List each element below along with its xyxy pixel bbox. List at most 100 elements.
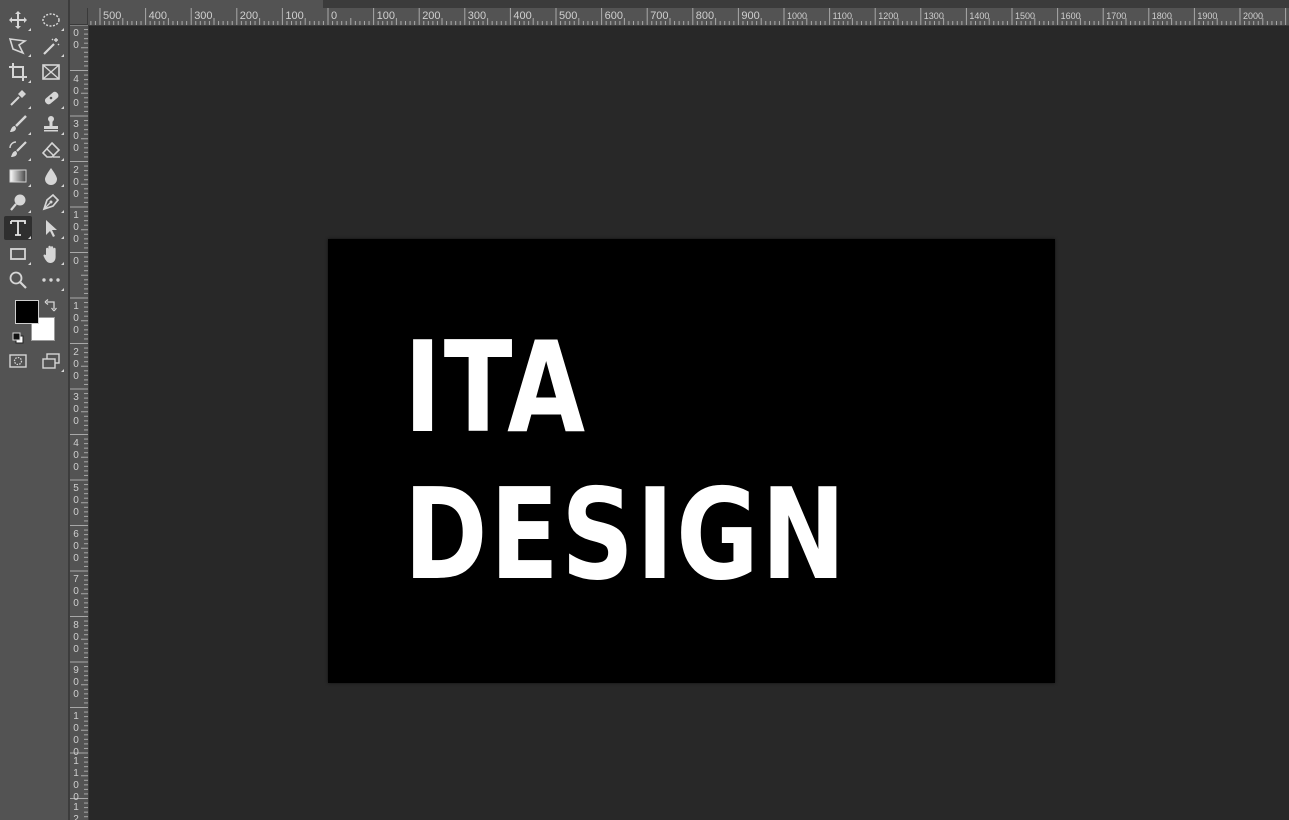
crop-icon <box>9 63 27 81</box>
hand-tool[interactable] <box>37 242 65 266</box>
horizontal-ruler-label: 1500 <box>1015 11 1036 21</box>
horizontal-ruler-label: 100 <box>285 10 304 22</box>
move-icon <box>9 11 27 29</box>
healing-brush-tool[interactable] <box>37 86 65 110</box>
vertical-ruler-label: 200 <box>73 346 79 382</box>
ellipse-marquee-icon <box>42 13 60 27</box>
move-tool[interactable] <box>4 8 32 32</box>
screen-mode[interactable] <box>37 349 65 373</box>
polygonal-lasso-tool[interactable] <box>4 34 32 58</box>
hand-icon <box>43 245 56 263</box>
horizontal-ruler-label: 1600 <box>1060 11 1081 21</box>
more-icon <box>42 278 60 282</box>
vertical-ruler-label: 1000 <box>73 710 79 758</box>
horizontal-ruler-label: 700 <box>650 10 669 22</box>
eyedropper-tool[interactable] <box>4 86 32 110</box>
vertical-ruler-label: 400 <box>73 437 79 473</box>
gradient-tool[interactable] <box>4 164 32 188</box>
stamp-icon <box>44 116 58 132</box>
horizontal-ruler-label: 1000 <box>787 11 808 21</box>
horizontal-ruler-label: 0 <box>331 10 338 22</box>
lasso-icon <box>8 38 28 55</box>
horizontal-ruler-label: 800 <box>695 10 715 22</box>
vertical-ruler-label: 700 <box>73 574 79 609</box>
type-tool[interactable] <box>4 216 32 240</box>
vertical-ruler-label: 300 <box>73 119 79 154</box>
arrow-cursor-icon <box>46 220 57 237</box>
quick-mask-icon <box>9 354 27 368</box>
bandage-icon <box>44 91 59 105</box>
horizontal-ruler-label: 600 <box>604 10 623 22</box>
vertical-ruler-label: 200 <box>73 164 79 200</box>
magic-wand-icon <box>43 38 60 55</box>
gradient-icon <box>9 169 27 183</box>
tools-panel <box>0 0 69 820</box>
blur-tool[interactable] <box>37 164 65 188</box>
zoom-tool[interactable] <box>4 268 32 292</box>
document-canvas[interactable]: ITA DESIGN <box>328 239 1055 683</box>
vertical-ruler-label: 100 <box>73 301 79 336</box>
horizontal-ruler-label: 500 <box>559 10 578 22</box>
horizontal-ruler-label: 2000 <box>1243 11 1264 21</box>
zoom-icon <box>9 271 27 289</box>
quick-mask-mode[interactable] <box>4 349 32 373</box>
vertical-ruler-label: 00 <box>73 28 79 51</box>
horizontal-ruler-label: 100 <box>376 10 395 22</box>
vertical-ruler-label: 100 <box>73 210 79 245</box>
horizontal-ruler-label: 1300 <box>923 11 944 21</box>
horizontal-ruler-label: 200 <box>239 10 259 22</box>
path-selection-tool[interactable] <box>37 216 65 240</box>
horizontal-ruler-label: 300 <box>467 10 487 22</box>
pen-tool[interactable] <box>37 190 65 214</box>
vertical-ruler-label: 600 <box>73 528 79 564</box>
dodge-icon <box>10 194 26 211</box>
horizontal-ruler[interactable]: 500 400 300 200 100 0 100 200 300 400 500 600 700 800… <box>70 8 1289 26</box>
horizontal-ruler-label: 500 <box>103 10 122 22</box>
vertical-ruler[interactable]: 00 400 300 200 100 0 100 200 300 400 500 600 700 800 9… <box>70 25 89 820</box>
eraser-icon <box>41 141 61 158</box>
clone-stamp-tool[interactable] <box>37 112 65 136</box>
type-icon <box>10 220 26 236</box>
dodge-tool[interactable] <box>4 190 32 214</box>
vertical-ruler-label: 800 <box>73 619 79 655</box>
horizontal-ruler-label: 1900 <box>1197 11 1218 21</box>
vertical-ruler-label: 0 <box>73 255 79 267</box>
horizontal-ruler-label: 400 <box>148 10 167 22</box>
vertical-ruler-label: 400 <box>73 73 79 109</box>
pen-icon <box>42 193 60 211</box>
screen-mode-icon <box>42 353 60 369</box>
document-tab[interactable] <box>70 0 323 8</box>
horizontal-ruler-label: 1700 <box>1106 11 1127 21</box>
vertical-ruler-label: 1200 <box>73 801 79 820</box>
horizontal-ruler-label: 1100 <box>832 11 852 21</box>
crop-tool[interactable] <box>4 60 32 84</box>
horizontal-ruler-label: 200 <box>422 10 441 22</box>
canvas-text-layer[interactable]: ITA DESIGN <box>401 239 983 683</box>
rectangle-icon <box>10 248 26 260</box>
rectangle-tool[interactable] <box>4 242 32 266</box>
vertical-ruler-label: 500 <box>73 483 79 518</box>
history-brush-icon <box>9 141 27 157</box>
vertical-ruler-label: 300 <box>73 392 79 427</box>
ruler-origin[interactable] <box>70 8 88 25</box>
swap-colors-icon[interactable] <box>44 298 58 312</box>
brush-tool[interactable] <box>4 112 32 136</box>
elliptical-marquee-tool[interactable] <box>37 8 65 32</box>
default-colors-icon[interactable] <box>12 332 26 344</box>
frame-tool[interactable] <box>37 60 65 84</box>
magic-wand-tool[interactable] <box>37 34 65 58</box>
drop-icon <box>45 168 57 185</box>
horizontal-ruler-label: 1800 <box>1151 11 1172 21</box>
brush-icon <box>10 115 27 132</box>
horizontal-ruler-label: 400 <box>513 10 532 22</box>
horizontal-ruler-label: 1200 <box>878 11 899 21</box>
history-brush-tool[interactable] <box>4 138 32 162</box>
vertical-ruler-label: 900 <box>73 665 79 700</box>
eraser-tool[interactable] <box>37 138 65 162</box>
more-tools[interactable] <box>37 268 65 292</box>
vertical-ruler-label: 1100 <box>73 756 79 803</box>
horizontal-ruler-label: 300 <box>194 10 213 22</box>
eyedropper-icon <box>10 90 26 106</box>
frame-icon <box>42 64 60 80</box>
foreground-color-swatch[interactable] <box>15 300 39 324</box>
